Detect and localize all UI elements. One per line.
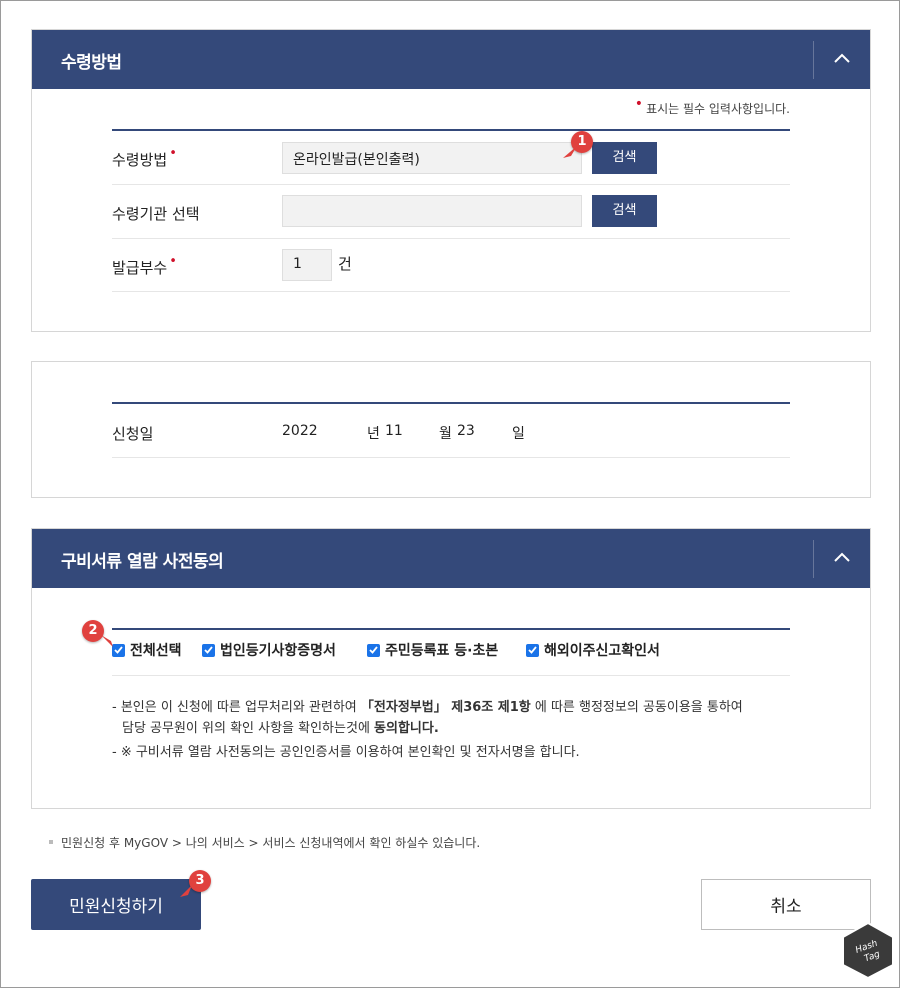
copies-input[interactable]: 1: [282, 249, 332, 281]
row-receipt-agency: 수령기관 선택 검색: [112, 185, 790, 239]
consent-note-1-cont: 담당 공무원이 위의 확인 사항을 확인하는것에 동의합니다.: [122, 721, 439, 736]
receipt-agency-label: 수령기관 선택: [112, 205, 200, 223]
checkbox-resident-registration[interactable]: 주민등록표 등·초본: [367, 640, 498, 660]
chevron-up-icon: [834, 53, 850, 63]
receipt-agency-field[interactable]: [282, 195, 582, 227]
required-note: • 표시는 필수 입력사항입니다.: [634, 96, 790, 116]
hashtag-watermark-logo: Hash Tag: [842, 921, 894, 979]
consent-checkboxes: 전체선택 법인등기사항증명서 주민등록표 등·초본 해외이주신고확인서: [112, 628, 790, 676]
arrow-pointer-icon: [180, 885, 192, 897]
year-unit: 년: [367, 426, 380, 442]
consent-panel-title: 구비서류 열람 사전동의: [61, 552, 224, 572]
month-value: 11: [385, 423, 403, 439]
submit-application-button[interactable]: 민원신청하기: [31, 879, 201, 930]
receipt-panel: 수령방법 • 표시는 필수 입력사항입니다. 수령방법 • 온라인발급(본인출력) …: [31, 29, 871, 332]
row-receipt-method: 수령방법 • 온라인발급(본인출력) 검색: [112, 131, 790, 185]
consent-panel-header: 구비서류 열람 사전동의: [32, 529, 870, 588]
receipt-form: 수령방법 • 온라인발급(본인출력) 검색 수령기관 선택 검색 발급부수 • 1 …: [112, 129, 790, 292]
row-consent-checkboxes: 전체선택 법인등기사항증명서 주민등록표 등·초본 해외이주신고확인서: [112, 630, 790, 676]
checkbox-select-all[interactable]: 전체선택: [112, 640, 182, 660]
collapse-toggle-button[interactable]: [814, 30, 870, 89]
checkbox-checked-icon[interactable]: [112, 643, 125, 657]
receipt-method-field[interactable]: 온라인발급(본인출력): [282, 142, 582, 174]
checkbox-checked-icon[interactable]: [367, 643, 380, 657]
receipt-method-search-button[interactable]: 검색: [592, 142, 657, 174]
checkbox-emigration-report[interactable]: 해외이주신고확인서: [526, 640, 660, 660]
month-unit: 월: [439, 426, 452, 442]
day-value: 23: [457, 423, 475, 439]
application-date-panel: 신청일 2022 년 11 월 23 일: [31, 361, 871, 498]
chevron-up-icon: [834, 552, 850, 562]
consent-note-2: - ※ 구비서류 열람 사전동의는 공인인증서를 이용하여 본인확인 및 전자서…: [112, 745, 580, 760]
footer-info: 민원신청 후 MyGOV > 나의 서비스 > 서비스 신청내역에서 확인 하실…: [49, 834, 480, 851]
required-dot-icon: •: [169, 254, 177, 269]
required-dot-icon: •: [169, 146, 177, 161]
consent-note-1: - 본인은 이 신청에 따른 업무처리와 관련하여 「전자정부법」 제36조 제…: [112, 700, 743, 715]
checkbox-checked-icon[interactable]: [202, 643, 215, 657]
copies-label: 발급부수 •: [112, 254, 177, 277]
copies-unit: 건: [338, 255, 352, 273]
year-value: 2022: [282, 423, 318, 439]
receipt-panel-header: 수령방법: [32, 30, 870, 89]
row-copies: 발급부수 • 1 건: [112, 239, 790, 292]
receipt-agency-search-button[interactable]: 검색: [592, 195, 657, 227]
application-date-label: 신청일: [112, 425, 154, 443]
day-unit: 일: [512, 426, 525, 442]
checkbox-checked-icon[interactable]: [526, 643, 539, 657]
arrow-pointer-icon: [563, 146, 577, 158]
collapse-toggle-button[interactable]: [814, 529, 870, 588]
receipt-panel-title: 수령방법: [61, 53, 122, 73]
checkbox-corporate-registry[interactable]: 법인등기사항증명서: [202, 640, 336, 660]
row-application-date: 신청일 2022 년 11 월 23 일: [112, 404, 790, 458]
bullet-square-icon: [49, 840, 53, 844]
consent-panel: 구비서류 열람 사전동의 전체선택 법인등기사항증명서 주민등록표 등·초본 해…: [31, 528, 871, 809]
receipt-method-label: 수령방법 •: [112, 146, 177, 169]
consent-notes: - 본인은 이 신청에 따른 업무처리와 관련하여 「전자정부법」 제36조 제…: [112, 697, 743, 763]
required-dot-icon: •: [634, 96, 644, 112]
date-form: 신청일 2022 년 11 월 23 일: [112, 402, 790, 458]
arrow-pointer-icon: [101, 635, 113, 647]
